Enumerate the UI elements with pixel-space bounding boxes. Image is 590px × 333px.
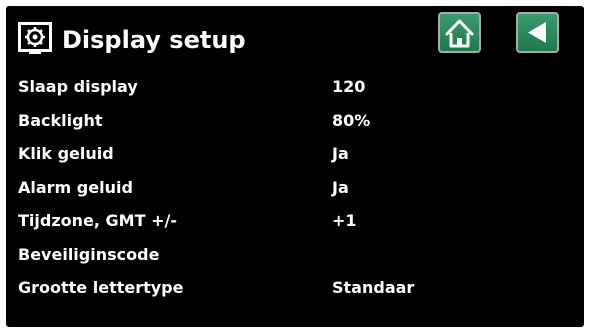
setting-label: Backlight [18, 110, 103, 130]
setting-row-backlight[interactable]: Backlight 80% [6, 104, 584, 138]
setting-label: Slaap display [18, 77, 138, 96]
setting-label: Grootte lettertype [18, 278, 184, 297]
monitor-settings-icon [18, 22, 52, 54]
setting-value: Standaar [332, 278, 415, 297]
home-icon [445, 19, 474, 48]
back-arrow-icon [528, 22, 546, 43]
setting-value: Ja [332, 144, 349, 163]
header: Display setup [6, 6, 584, 66]
display-setup-screen: Display setup Slaap display 120 Backligh… [6, 6, 584, 327]
setting-value: 80% [332, 110, 371, 130]
setting-label: Tijdzone, GMT +/- [18, 211, 177, 230]
setting-value: Ja [332, 177, 349, 197]
home-button[interactable] [438, 12, 481, 53]
setting-label: Alarm geluid [18, 177, 133, 197]
setting-row-alarm-geluid[interactable]: Alarm geluid Ja [6, 171, 584, 205]
setting-value: 120 [332, 77, 366, 96]
setting-label: Klik geluid [18, 144, 114, 163]
setting-row-tijdzone[interactable]: Tijdzone, GMT +/- +1 [6, 204, 584, 238]
settings-list: Slaap display 120 Backlight 80% Klik gel… [6, 70, 584, 305]
setting-row-slaap-display[interactable]: Slaap display 120 [6, 70, 584, 104]
back-button[interactable] [516, 12, 559, 53]
setting-row-beveiliginscode[interactable]: Beveiliginscode [6, 238, 584, 272]
setting-label: Beveiliginscode [18, 244, 160, 264]
setting-value: +1 [332, 211, 357, 230]
page-title: Display setup [62, 26, 246, 54]
setting-row-klik-geluid[interactable]: Klik geluid Ja [6, 137, 584, 171]
setting-row-grootte-lettertype[interactable]: Grootte lettertype Standaar [6, 271, 584, 305]
